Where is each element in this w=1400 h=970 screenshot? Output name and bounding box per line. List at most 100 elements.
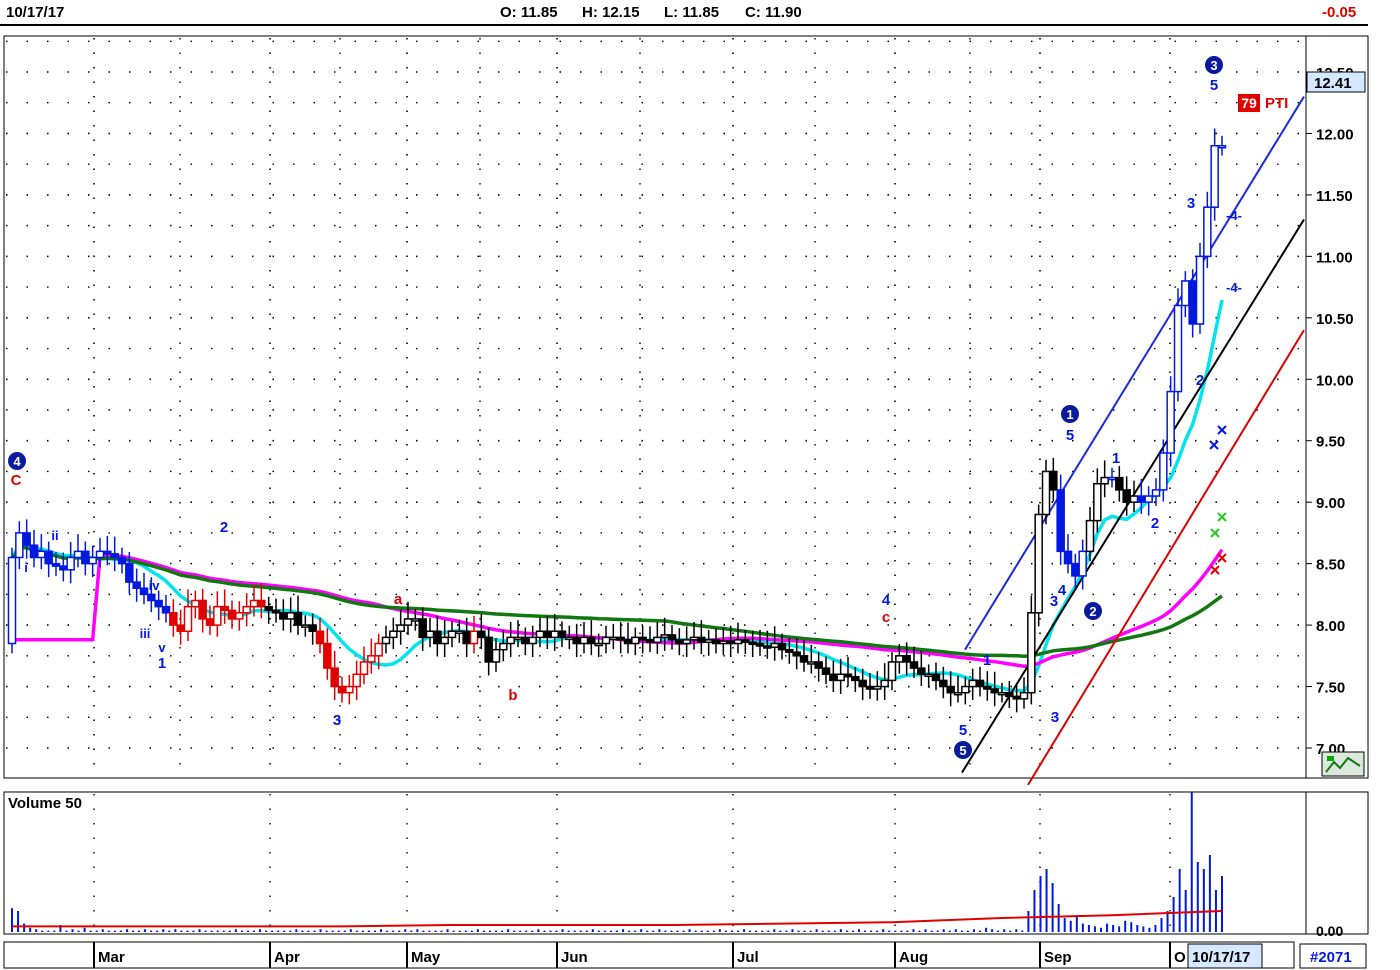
- candle-body: [1041, 470, 1051, 516]
- pti-label: PTI: [1265, 95, 1288, 112]
- candle-body: [733, 639, 743, 645]
- candle-body: [1049, 470, 1058, 491]
- candle-body: [227, 609, 237, 620]
- candle-body: [513, 636, 523, 641]
- price-tick-label: 10.00: [1316, 372, 1354, 389]
- month-label: Sep: [1044, 949, 1072, 966]
- candle-body: [704, 639, 713, 644]
- candle-body: [337, 685, 347, 694]
- circled-wave-label: 2: [1089, 604, 1096, 619]
- wave-label: v: [158, 640, 166, 655]
- candle-body: [110, 553, 119, 559]
- candle-body: [1115, 476, 1124, 491]
- volume-axis: [1305, 791, 1369, 935]
- candle-body: [799, 655, 809, 663]
- candle-body: [983, 685, 992, 690]
- candle-body: [1210, 144, 1219, 208]
- price-tick-label: 9.50: [1316, 434, 1345, 451]
- candle-body: [330, 667, 339, 688]
- wave-label: i: [24, 560, 28, 575]
- candle-body: [748, 641, 757, 646]
- candle-body: [543, 630, 552, 639]
- candle-body: [711, 639, 721, 645]
- candle-body: [975, 679, 985, 688]
- candle-body: [213, 605, 222, 626]
- wave-label: 3: [1187, 195, 1195, 212]
- wave-label: iv: [149, 578, 161, 593]
- wave-label: C: [11, 472, 22, 489]
- wave-label: ii: [51, 528, 58, 543]
- candle-body: [117, 556, 127, 565]
- target-label: -4-: [1226, 280, 1242, 295]
- candle-body: [726, 640, 735, 645]
- month-label: O: [1174, 949, 1186, 966]
- wave-label: 5: [959, 722, 967, 739]
- candle-body: [1137, 495, 1146, 503]
- candle-body: [521, 636, 530, 645]
- price-tick-label: 11.50: [1316, 188, 1353, 205]
- candle-body: [697, 636, 706, 644]
- candle-body: [125, 562, 134, 583]
- price-tick-label: 8.50: [1316, 557, 1345, 574]
- candle-body: [675, 639, 684, 645]
- candle-body: [601, 636, 611, 645]
- candle-body: [997, 691, 1007, 696]
- candle-body: [1159, 452, 1168, 491]
- candle-body: [389, 630, 398, 639]
- candle-body: [909, 661, 919, 669]
- candle-body: [455, 630, 464, 634]
- candle-body: [770, 642, 779, 648]
- candle-body: [946, 685, 955, 694]
- candle-body: [323, 642, 332, 669]
- candle-body: [645, 639, 655, 644]
- chart-tools-icon[interactable]: [1321, 751, 1365, 777]
- candle-body: [689, 636, 699, 641]
- candle-body: [411, 618, 420, 622]
- volume-title: Volume 50: [8, 795, 82, 812]
- candle-body: [1019, 691, 1029, 700]
- last-price-label: 12.41: [1314, 75, 1352, 92]
- date-axis: [3, 941, 1295, 969]
- candle-body: [763, 645, 772, 649]
- candle-body: [44, 550, 53, 565]
- candle-body: [1107, 476, 1117, 481]
- candle-body: [308, 624, 317, 632]
- candle-body: [491, 648, 501, 663]
- candle-body: [29, 544, 39, 559]
- candle-body: [829, 673, 838, 682]
- candle-body: [367, 655, 376, 663]
- candle-body: [1027, 612, 1036, 694]
- candle-body: [235, 612, 244, 620]
- month-label: Jun: [561, 949, 588, 966]
- candle-body: [205, 618, 215, 626]
- price-tick-label: 7.50: [1316, 680, 1345, 697]
- month-label: May: [411, 949, 441, 966]
- wave-label: 2: [1196, 372, 1204, 389]
- candle-body: [139, 587, 149, 596]
- candle-body: [902, 655, 911, 663]
- wave-label: a: [394, 591, 403, 608]
- candle-body: [447, 630, 457, 639]
- candle-body: [279, 612, 288, 620]
- candle-body: [660, 634, 669, 639]
- stock-chart: 7.007.508.008.509.009.5010.0010.5011.001…: [3, 35, 1369, 969]
- candle-body: [315, 630, 325, 645]
- candle-body: [895, 655, 904, 663]
- candle-body: [594, 642, 603, 647]
- candle-body: [1056, 489, 1065, 553]
- candle-body: [865, 685, 875, 690]
- candle-body: [293, 612, 303, 626]
- price-tick-label: 9.00: [1316, 495, 1345, 512]
- candle-body: [1005, 691, 1014, 698]
- candle-body: [1151, 489, 1161, 497]
- wave-label: 4: [882, 592, 891, 609]
- candle-body: [499, 642, 508, 651]
- wave-label: 3: [1051, 709, 1059, 726]
- candle-body: [506, 636, 515, 645]
- candle-body: [880, 679, 889, 688]
- candle-body: [631, 636, 640, 645]
- candle-body: [7, 556, 17, 645]
- candle-body: [931, 673, 941, 682]
- circled-wave-label: 4: [13, 454, 21, 469]
- price-tick-label: 8.00: [1316, 618, 1345, 635]
